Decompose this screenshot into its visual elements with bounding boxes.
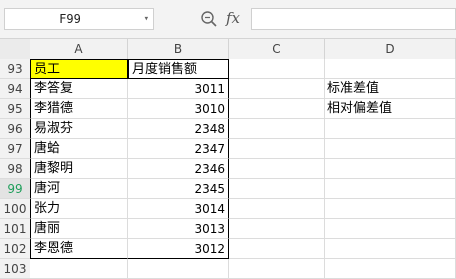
table-row: 96 易淑芬 2348: [0, 119, 456, 139]
cell[interactable]: [229, 79, 325, 99]
sales-cell[interactable]: 3010: [128, 99, 229, 119]
row-number[interactable]: 98: [0, 159, 30, 179]
table-row: 102 李恩德 3012: [0, 239, 456, 259]
sales-cell[interactable]: 2347: [128, 139, 229, 159]
select-all-corner[interactable]: [0, 39, 30, 59]
employee-cell[interactable]: 李猎德: [30, 99, 128, 119]
cell[interactable]: [229, 159, 325, 179]
sales-cell[interactable]: 2345: [128, 179, 229, 199]
cell[interactable]: [128, 259, 229, 279]
sales-cell[interactable]: 3014: [128, 199, 229, 219]
label-cell-relative-deviation[interactable]: 相对偏差值: [325, 99, 456, 119]
cell[interactable]: [325, 259, 456, 279]
row-number[interactable]: 95: [0, 99, 30, 119]
row-number-active[interactable]: 99: [0, 179, 30, 199]
cell[interactable]: [229, 59, 325, 79]
column-header-row: A B C D: [0, 38, 456, 59]
cell[interactable]: [325, 199, 456, 219]
cell[interactable]: [229, 239, 325, 259]
cell[interactable]: [325, 59, 456, 79]
sales-cell[interactable]: 2348: [128, 119, 229, 139]
table-row: 99 唐河 2345: [0, 179, 456, 199]
cell[interactable]: [325, 159, 456, 179]
function-icon[interactable]: fx: [226, 9, 240, 27]
name-box-value: F99: [59, 12, 81, 26]
cell[interactable]: [229, 119, 325, 139]
table-row: 93 员工 月度销售额: [0, 59, 456, 79]
sales-cell[interactable]: 3012: [128, 239, 229, 259]
column-header-b[interactable]: B: [128, 39, 229, 59]
row-number[interactable]: 101: [0, 219, 30, 239]
row-number[interactable]: 93: [0, 59, 30, 79]
formula-input[interactable]: [251, 8, 456, 30]
row-number[interactable]: 97: [0, 139, 30, 159]
employee-cell[interactable]: 唐蛤: [30, 139, 128, 159]
sales-cell[interactable]: 3011: [128, 79, 229, 99]
column-header-d[interactable]: D: [325, 39, 456, 59]
employee-cell[interactable]: 李恩德: [30, 239, 128, 259]
sales-cell[interactable]: 2346: [128, 159, 229, 179]
label-cell-std-dev[interactable]: 标准差值: [325, 79, 456, 99]
column-header-a[interactable]: A: [30, 39, 128, 59]
table-row: 98 唐黎明 2346: [0, 159, 456, 179]
cell[interactable]: [229, 199, 325, 219]
cell[interactable]: [325, 119, 456, 139]
cell[interactable]: [325, 139, 456, 159]
table-row: 97 唐蛤 2347: [0, 139, 456, 159]
formula-bar: F99 ▾ fx: [0, 0, 456, 38]
table-row: 94 李答复 3011 标准差值: [0, 79, 456, 99]
chevron-down-icon[interactable]: ▾: [144, 9, 149, 29]
row-number[interactable]: 96: [0, 119, 30, 139]
table-row: 100 张力 3014: [0, 199, 456, 219]
table-row: 95 李猎德 3010 相对偏差值: [0, 99, 456, 119]
employee-cell[interactable]: 唐河: [30, 179, 128, 199]
row-number[interactable]: 100: [0, 199, 30, 219]
row-number[interactable]: 103: [0, 259, 30, 279]
table-row: 101 唐丽 3013: [0, 219, 456, 239]
cell[interactable]: [229, 99, 325, 119]
row-number[interactable]: 94: [0, 79, 30, 99]
zoom-icon[interactable]: [200, 10, 218, 28]
cell[interactable]: [325, 219, 456, 239]
cell[interactable]: [229, 139, 325, 159]
column-header-c[interactable]: C: [229, 39, 325, 59]
cell[interactable]: [229, 179, 325, 199]
cell[interactable]: [229, 219, 325, 239]
cell[interactable]: [325, 239, 456, 259]
employee-cell[interactable]: 易淑芬: [30, 119, 128, 139]
table-row: 103: [0, 259, 456, 279]
employee-cell[interactable]: 李答复: [30, 79, 128, 99]
name-box[interactable]: F99 ▾: [4, 8, 154, 30]
cell[interactable]: [325, 179, 456, 199]
cell[interactable]: [30, 259, 128, 279]
row-number[interactable]: 102: [0, 239, 30, 259]
employee-cell[interactable]: 唐黎明: [30, 159, 128, 179]
employee-cell[interactable]: 张力: [30, 199, 128, 219]
header-cell-employee[interactable]: 员工: [30, 59, 128, 79]
sales-cell[interactable]: 3013: [128, 219, 229, 239]
employee-cell[interactable]: 唐丽: [30, 219, 128, 239]
header-cell-monthly-sales[interactable]: 月度销售额: [128, 59, 229, 79]
cell[interactable]: [229, 259, 325, 279]
